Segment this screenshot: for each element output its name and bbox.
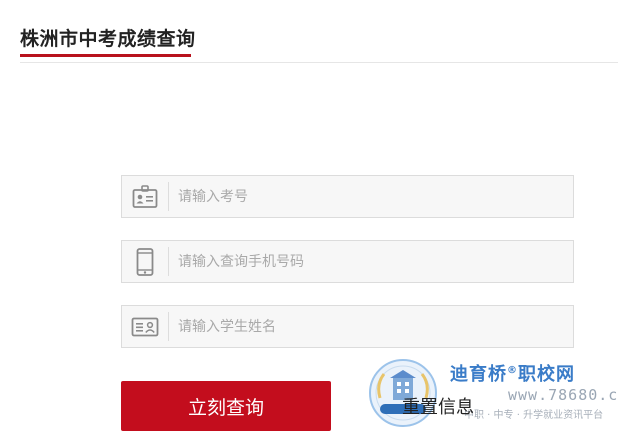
id-card-icon — [122, 176, 168, 217]
student-name-field[interactable] — [121, 305, 574, 348]
reset-button[interactable]: 重置信息 — [402, 390, 474, 422]
exam-number-input[interactable] — [178, 176, 568, 217]
watermark-brand-name: 迪育桥 — [450, 364, 507, 385]
watermark-slogan: 中职 · 中专 · 升学就业资讯平台 — [464, 410, 604, 421]
title-underline — [20, 54, 191, 57]
mobile-phone-icon — [122, 241, 168, 282]
phone-field[interactable] — [121, 240, 574, 283]
field-separator — [168, 182, 169, 211]
watermark-url: www.78680.cn — [508, 386, 618, 404]
phone-input[interactable] — [178, 241, 568, 282]
page-title: 株洲市中考成绩查询 — [20, 28, 196, 50]
submit-query-button[interactable]: 立刻查询 — [121, 381, 331, 431]
field-separator — [168, 312, 169, 341]
header-divider — [20, 62, 618, 63]
watermark-brand: 迪育桥®职校网 — [450, 360, 575, 386]
student-name-input[interactable] — [178, 306, 568, 347]
exam-number-field[interactable] — [121, 175, 574, 218]
name-card-icon — [122, 306, 168, 347]
field-separator — [168, 247, 169, 276]
query-page: 株洲市中考成绩查询 请输入考号 请输入查询手机号码 请输入学生姓名 立刻查询 迪… — [0, 0, 618, 438]
watermark-brand-suffix: 职校网 — [518, 364, 575, 385]
watermark-registered-mark: ® — [507, 365, 518, 376]
